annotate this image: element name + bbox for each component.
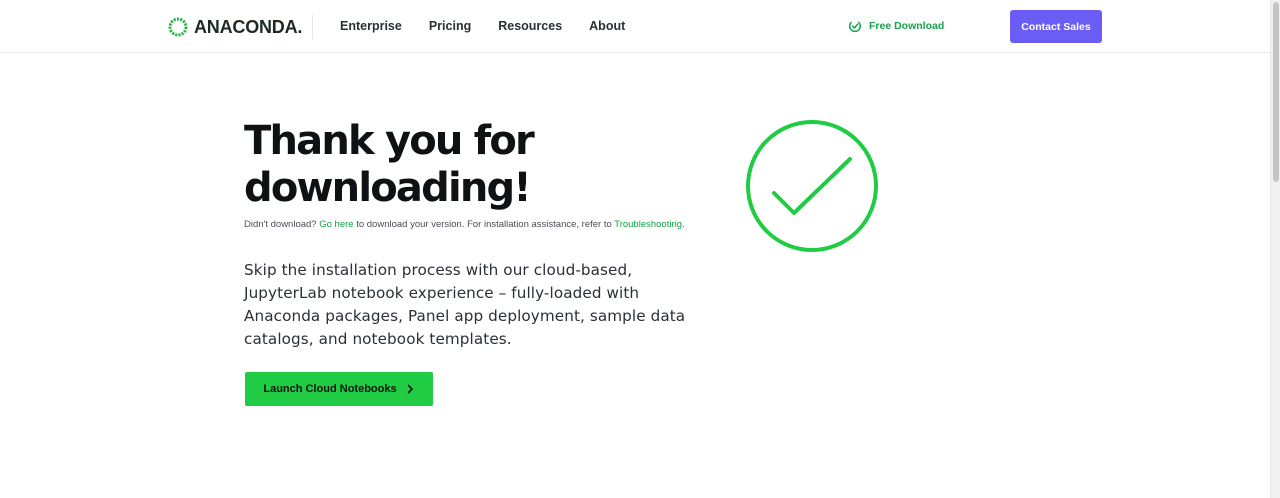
logo-text: ANACONDA [194,16,298,37]
download-help-note: Didn't download? Go here to download you… [244,219,685,230]
download-circle-icon [848,21,862,33]
troubleshooting-link[interactable]: Troubleshooting [614,219,682,230]
nav-resources[interactable]: Resources [498,19,562,33]
launch-cloud-notebooks-button[interactable]: Launch Cloud Notebooks [245,372,433,406]
free-download-link[interactable]: Free Download [848,19,944,33]
logo-dot: . [297,16,303,37]
note-middle: to download your version. For installati… [353,219,615,230]
free-download-label: Free Download [869,20,945,32]
nav-divider [312,15,313,39]
checkmark-circle-icon [746,120,878,252]
note-prefix: Didn't download? [244,219,320,230]
go-here-link[interactable]: Go here [319,219,353,230]
page-scrollbar[interactable] [1270,0,1280,498]
nav-about[interactable]: About [589,19,625,33]
headline-line-2: downloading! [244,165,532,211]
main-nav: Enterprise Pricing Resources About [340,19,625,33]
site-header: ANACONDA. Enterprise Pricing Resources A… [0,0,1270,53]
page-title: Thank you for downloading! [244,118,684,212]
launch-button-label: Launch Cloud Notebooks [263,383,397,395]
anaconda-ring-icon [168,17,188,37]
nav-pricing[interactable]: Pricing [429,19,471,33]
headline-line-1: Thank you for [244,118,535,164]
chevron-right-icon [407,384,413,394]
scrollbar-thumb[interactable] [1273,2,1279,182]
contact-sales-button[interactable]: Contact Sales [1010,10,1102,43]
note-suffix: . [682,219,685,230]
nav-enterprise[interactable]: Enterprise [340,19,402,33]
anaconda-logo[interactable]: ANACONDA. [167,15,302,39]
cloud-notebooks-description: Skip the installation process with our c… [244,261,686,348]
